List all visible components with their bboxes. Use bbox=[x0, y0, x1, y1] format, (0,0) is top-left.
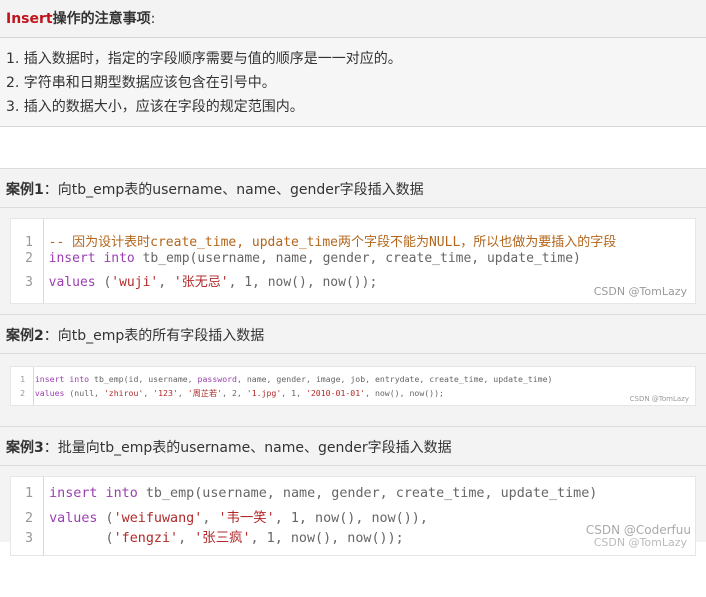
code-text: , 1, now(), now()); bbox=[250, 531, 404, 546]
case1-desc: ：向tb_emp表的username、name、gender字段插入数据 bbox=[43, 182, 424, 198]
code-string: '张无忌' bbox=[173, 275, 229, 290]
code-text: , 1, now(), now()), bbox=[274, 511, 428, 526]
code-string: '123' bbox=[153, 388, 178, 398]
case2-code-block: 1 insert into tb_emp(id, username, passw… bbox=[10, 366, 696, 406]
case3-code-area: 1 insert into tb_emp(username, name, gen… bbox=[0, 466, 706, 556]
code-comment: -- 因为设计表时create_time, update_time两个字段不能为… bbox=[48, 235, 617, 250]
code-text: , now(), now()); bbox=[365, 388, 444, 398]
case1-label: 案例1 bbox=[6, 182, 44, 198]
code-line: 1 -- 因为设计表时create_time, update_time两个字段不… bbox=[11, 231, 616, 250]
code-string: 'wuji' bbox=[111, 275, 159, 290]
case3-header: 案例3：批量向tb_emp表的username、name、gender字段插入数… bbox=[0, 426, 706, 466]
code-text: , 1, now(), now()); bbox=[228, 275, 378, 290]
line-number: 1 bbox=[24, 486, 33, 501]
case3-label: 案例3 bbox=[6, 440, 44, 456]
code-keyword: insert into bbox=[49, 486, 138, 501]
watermark: CSDN @TomLazy bbox=[593, 536, 687, 549]
code-keyword: values bbox=[49, 511, 98, 526]
code-text: ( bbox=[97, 511, 114, 526]
code-line: 2 values (null, 'zhirou', '123', '周芷若', … bbox=[11, 387, 444, 399]
code-line: 2 values ('weifuwang', '韦一笑', 1, now(), … bbox=[11, 506, 428, 526]
code-string: '2010-01-01' bbox=[305, 388, 366, 398]
line-number: 3 bbox=[24, 531, 33, 546]
code-line: 1 insert into tb_emp(id, username, passw… bbox=[11, 374, 552, 384]
code-keyword: values bbox=[48, 275, 96, 290]
code-keyword: into bbox=[69, 374, 90, 384]
case2-code-area: 1 insert into tb_emp(id, username, passw… bbox=[0, 354, 706, 426]
note-item: 3. 插入的数据大小，应该在字段的规定范围内。 bbox=[6, 99, 304, 115]
code-string: '1.jpg' bbox=[246, 388, 282, 398]
code-text: ( bbox=[49, 531, 114, 546]
case1-header: 案例1：向tb_emp表的username、name、gender字段插入数据 bbox=[0, 168, 706, 208]
notes-header: Insert操作的注意事项: bbox=[0, 0, 706, 38]
code-text: , bbox=[202, 511, 219, 526]
insert-keyword: Insert bbox=[6, 11, 53, 27]
code-text: tb_emp(id, username, bbox=[89, 374, 198, 384]
case2-desc: ：向tb_emp表的所有字段插入数据 bbox=[43, 328, 265, 344]
code-text: ( bbox=[95, 275, 112, 290]
case1-title: 案例1：向tb_emp表的username、name、gender字段插入数据 bbox=[6, 179, 424, 199]
line-number: 2 bbox=[24, 511, 33, 526]
line-number: 2 bbox=[25, 251, 33, 266]
case1-code-block: 1 -- 因为设计表时create_time, update_time两个字段不… bbox=[10, 218, 696, 304]
code-keyword: insert bbox=[34, 374, 65, 384]
code-string: 'fengzi' bbox=[113, 531, 179, 546]
header-colon: : bbox=[150, 11, 156, 27]
code-text: , 2, bbox=[222, 388, 247, 398]
line-number: 1 bbox=[25, 235, 33, 250]
code-text: tb_emp(username, name, gender, create_ti… bbox=[137, 486, 598, 501]
code-line: 3 ('fengzi', '张三疯', 1, now(), now()); bbox=[11, 526, 404, 546]
code-text: , bbox=[177, 388, 188, 398]
case3-desc: ：批量向tb_emp表的username、name、gender字段插入数据 bbox=[43, 440, 452, 456]
code-text: tb_emp(username, name, gender, create_ti… bbox=[134, 251, 581, 266]
code-text: (null, bbox=[64, 388, 104, 398]
code-string: '张三疯' bbox=[194, 531, 251, 546]
code-text: , bbox=[158, 275, 174, 290]
code-keyword: password bbox=[197, 374, 237, 384]
watermark: CSDN @Coderfuu bbox=[585, 523, 691, 537]
code-string: '周芷若' bbox=[187, 388, 223, 398]
case3-code-block: 1 insert into tb_emp(username, name, gen… bbox=[10, 476, 696, 556]
code-line: 2 insert into tb_emp(username, name, gen… bbox=[11, 251, 581, 266]
code-keyword: values bbox=[34, 388, 65, 398]
case3-title: 案例3：批量向tb_emp表的username、name、gender字段插入数… bbox=[6, 437, 452, 457]
watermark: CSDN @TomLazy bbox=[629, 395, 689, 403]
code-keyword: insert into bbox=[48, 251, 135, 266]
case2-header: 案例2：向tb_emp表的所有字段插入数据 bbox=[0, 314, 706, 354]
code-text: , name, gender, image, job, entrydate, c… bbox=[236, 374, 553, 384]
code-string: 'weifuwang' bbox=[113, 511, 203, 526]
note-item: 2. 字符串和日期型数据应该包含在引号中。 bbox=[6, 75, 276, 91]
code-text: , bbox=[178, 531, 195, 546]
line-number: 2 bbox=[20, 388, 25, 398]
notes-header-text: Insert操作的注意事项: bbox=[6, 8, 155, 28]
header-title: 操作的注意事项 bbox=[52, 11, 151, 27]
code-line: 3 values ('wuji', '张无忌', 1, now(), now()… bbox=[11, 271, 377, 290]
note-item: 1. 插入数据时，指定的字段顺序需要与值的顺序是一一对应的。 bbox=[6, 51, 402, 67]
notes-box: 1. 插入数据时，指定的字段顺序需要与值的顺序是一一对应的。 2. 字符串和日期… bbox=[0, 37, 706, 127]
case2-label: 案例2 bbox=[6, 328, 44, 344]
watermark: CSDN @TomLazy bbox=[593, 285, 687, 298]
case1-code-area: 1 -- 因为设计表时create_time, update_time两个字段不… bbox=[0, 208, 706, 314]
case2-title: 案例2：向tb_emp表的所有字段插入数据 bbox=[6, 325, 264, 345]
line-number: 3 bbox=[25, 275, 33, 290]
code-line: 1 insert into tb_emp(username, name, gen… bbox=[11, 486, 597, 501]
code-string: '韦一笑' bbox=[218, 511, 275, 526]
code-string: 'zhirou' bbox=[103, 388, 144, 398]
code-text: , 1, bbox=[281, 388, 306, 398]
line-number: 1 bbox=[20, 374, 25, 384]
code-text: , bbox=[143, 388, 154, 398]
